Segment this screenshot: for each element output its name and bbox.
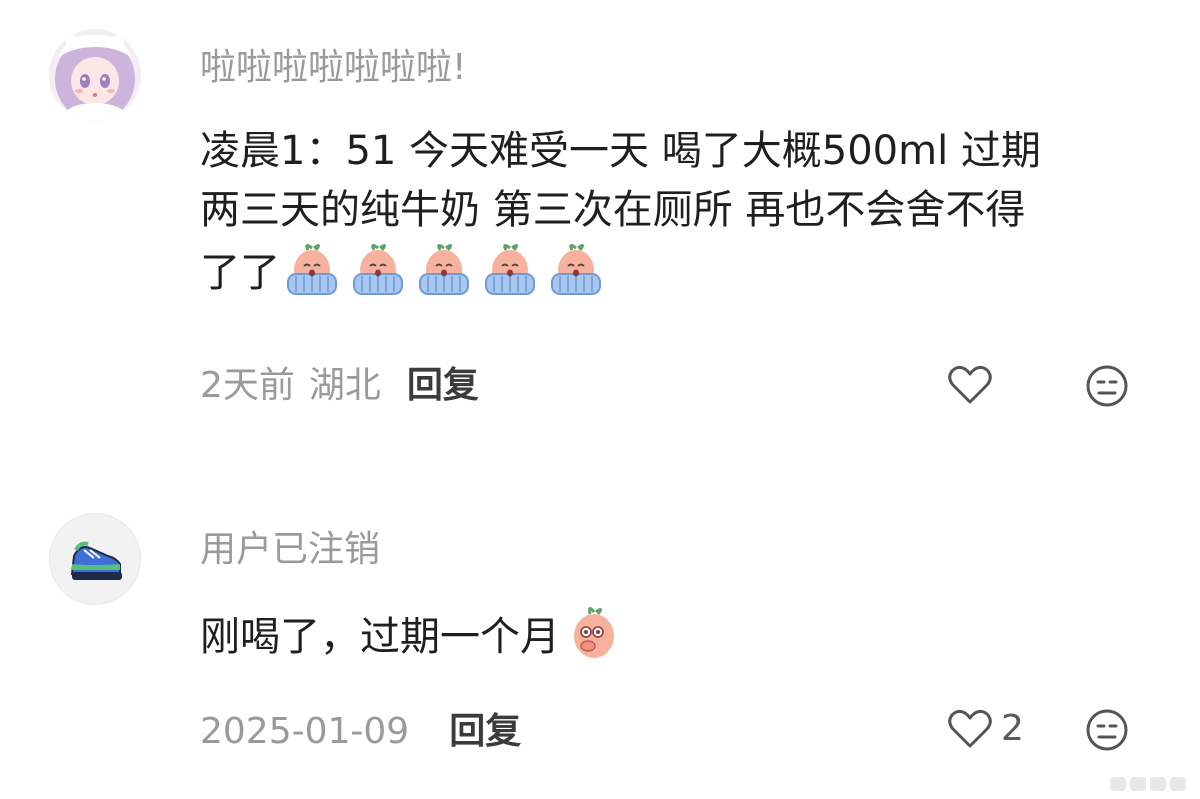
crying-face-emoji-icon [353, 243, 403, 295]
comment-text-line-last: 刚喝了，过期一个月 [200, 604, 1160, 667]
comment-text-line-last: 了了 [200, 240, 1160, 303]
comment-time: 2天前 [200, 365, 295, 406]
covering-mouth-emoji-icon [574, 607, 614, 658]
reply-button[interactable]: 回复 [449, 711, 521, 752]
heart-icon [948, 709, 992, 748]
comment-text-line: 了了 [200, 250, 280, 296]
crying-face-emoji-icon [551, 243, 601, 295]
like-count: 2 [1001, 708, 1024, 749]
crying-face-emoji-icon [485, 243, 535, 295]
comment-content: 凌晨1：51 今天难受一天 喝了大概500ml 过期 两三天的纯牛奶 第三次在厕… [200, 122, 1160, 303]
comment-content: 刚喝了，过期一个月 [200, 604, 1160, 667]
like-button[interactable]: 2 [947, 708, 1024, 750]
crying-face-emoji-icon [287, 243, 337, 295]
comment-meta: 2天前 湖北 回复 [200, 368, 479, 404]
comment-text-line: 刚喝了，过期一个月 [200, 614, 560, 660]
dislike-button[interactable] [1085, 364, 1129, 408]
comment-text-line: 两三天的纯牛奶 第三次在厕所 再也不会舍不得 [200, 187, 1026, 233]
emoji-row [282, 240, 606, 300]
comment-username[interactable]: 啦啦啦啦啦啦啦! [200, 50, 466, 86]
crying-face-emoji-icon [419, 243, 469, 295]
comment-username[interactable]: 用户已注销 [200, 532, 380, 568]
comment-item: 用户已注销 刚喝了，过期一个月 2025-01-09 回复 2 [0, 470, 1200, 799]
dislike-button[interactable] [1085, 708, 1129, 752]
comment-text-line: 凌晨1：51 今天难受一天 喝了大概500ml 过期 [200, 128, 1041, 174]
reply-button[interactable]: 回复 [407, 365, 479, 406]
watermark-logo-icon [1110, 777, 1186, 791]
heart-icon [948, 365, 992, 404]
sneaker-avatar-icon [70, 541, 122, 580]
meh-face-icon [1086, 365, 1128, 407]
meh-face-icon [1086, 709, 1128, 751]
comment-location: 湖北 [308, 365, 381, 406]
avatar[interactable] [49, 513, 141, 605]
anime-girl-avatar-icon [49, 29, 141, 121]
comment-time: 2025-01-09 [200, 711, 410, 752]
avatar[interactable] [49, 29, 141, 121]
emoji-row [562, 604, 622, 664]
like-button[interactable] [947, 364, 1001, 406]
comment-item: 啦啦啦啦啦啦啦! 凌晨1：51 今天难受一天 喝了大概500ml 过期 两三天的… [0, 0, 1200, 460]
comment-meta: 2025-01-09 回复 [200, 714, 521, 750]
